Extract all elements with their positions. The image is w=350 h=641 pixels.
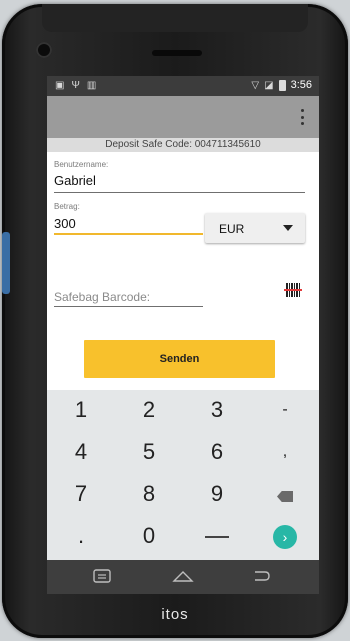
battery-icon — [278, 79, 286, 91]
home-nav-icon[interactable] — [172, 568, 194, 584]
space-bar-icon — [205, 536, 229, 539]
overflow-menu-icon[interactable] — [301, 109, 305, 125]
deposit-code-banner: Deposit Safe Code: 004711345610 — [47, 138, 319, 152]
amount-field[interactable]: 300 — [54, 216, 76, 231]
key-backspace[interactable] — [251, 474, 319, 514]
username-field[interactable]: Gabriel — [54, 173, 96, 188]
key-6[interactable]: 6 — [183, 432, 251, 472]
device-brand-logo: itos — [161, 606, 189, 623]
status-time: 3:56 — [290, 79, 312, 91]
side-key — [2, 232, 10, 294]
key-next[interactable]: › — [251, 516, 319, 556]
key-2[interactable]: 2 — [115, 390, 183, 430]
wifi-icon: ▽ — [251, 79, 260, 91]
amount-label: Betrag: — [54, 202, 80, 211]
numeric-keyboard: 1 2 3 - 4 5 6 , 7 8 9 . 0 › — [47, 390, 319, 560]
key-5[interactable]: 5 — [115, 432, 183, 472]
navigation-bar — [47, 560, 319, 594]
key-3[interactable]: 3 — [183, 390, 251, 430]
username-label: Benutzername: — [54, 160, 109, 169]
back-nav-icon[interactable] — [251, 568, 271, 584]
key-4[interactable]: 4 — [47, 432, 115, 472]
key-comma[interactable]: , — [251, 432, 319, 472]
device-top-rail — [42, 4, 308, 32]
status-bar: ▣ Ψ ▥ ▽ ◪ 3:56 — [47, 76, 319, 96]
amount-underline — [54, 233, 203, 235]
camera — [36, 42, 52, 58]
image-notification-icon: ▣ — [55, 80, 65, 91]
screen: ▣ Ψ ▥ ▽ ◪ 3:56 Deposit Safe Code: 004711… — [47, 76, 319, 594]
key-space[interactable] — [183, 516, 251, 556]
currency-select[interactable]: EUR — [205, 213, 305, 243]
app-bar — [47, 96, 319, 138]
barcode-notification-icon: ▥ — [86, 80, 97, 91]
currency-value: EUR — [219, 222, 245, 236]
barcode-underline — [54, 306, 203, 307]
key-1[interactable]: 1 — [47, 390, 115, 430]
username-underline — [54, 192, 305, 193]
signal-icon: ◪ — [264, 79, 274, 91]
phone-device: ▣ Ψ ▥ ▽ ◪ 3:56 Deposit Safe Code: 004711… — [2, 4, 348, 638]
send-button[interactable]: Senden — [84, 340, 275, 378]
speaker-grille — [152, 50, 202, 56]
key-9[interactable]: 9 — [183, 474, 251, 514]
barcode-scan-icon[interactable] — [284, 282, 302, 298]
chevron-down-icon — [283, 225, 293, 231]
next-arrow-icon: › — [273, 525, 297, 550]
key-period[interactable]: . — [47, 516, 115, 556]
barcode-input[interactable]: Safebag Barcode: — [54, 290, 150, 304]
key-7[interactable]: 7 — [47, 474, 115, 514]
key-8[interactable]: 8 — [115, 474, 183, 514]
usb-icon: Ψ — [71, 80, 80, 91]
menu-nav-icon[interactable] — [93, 568, 111, 584]
backspace-icon — [277, 491, 293, 502]
key-minus[interactable]: - — [251, 390, 319, 430]
key-0[interactable]: 0 — [115, 516, 183, 556]
